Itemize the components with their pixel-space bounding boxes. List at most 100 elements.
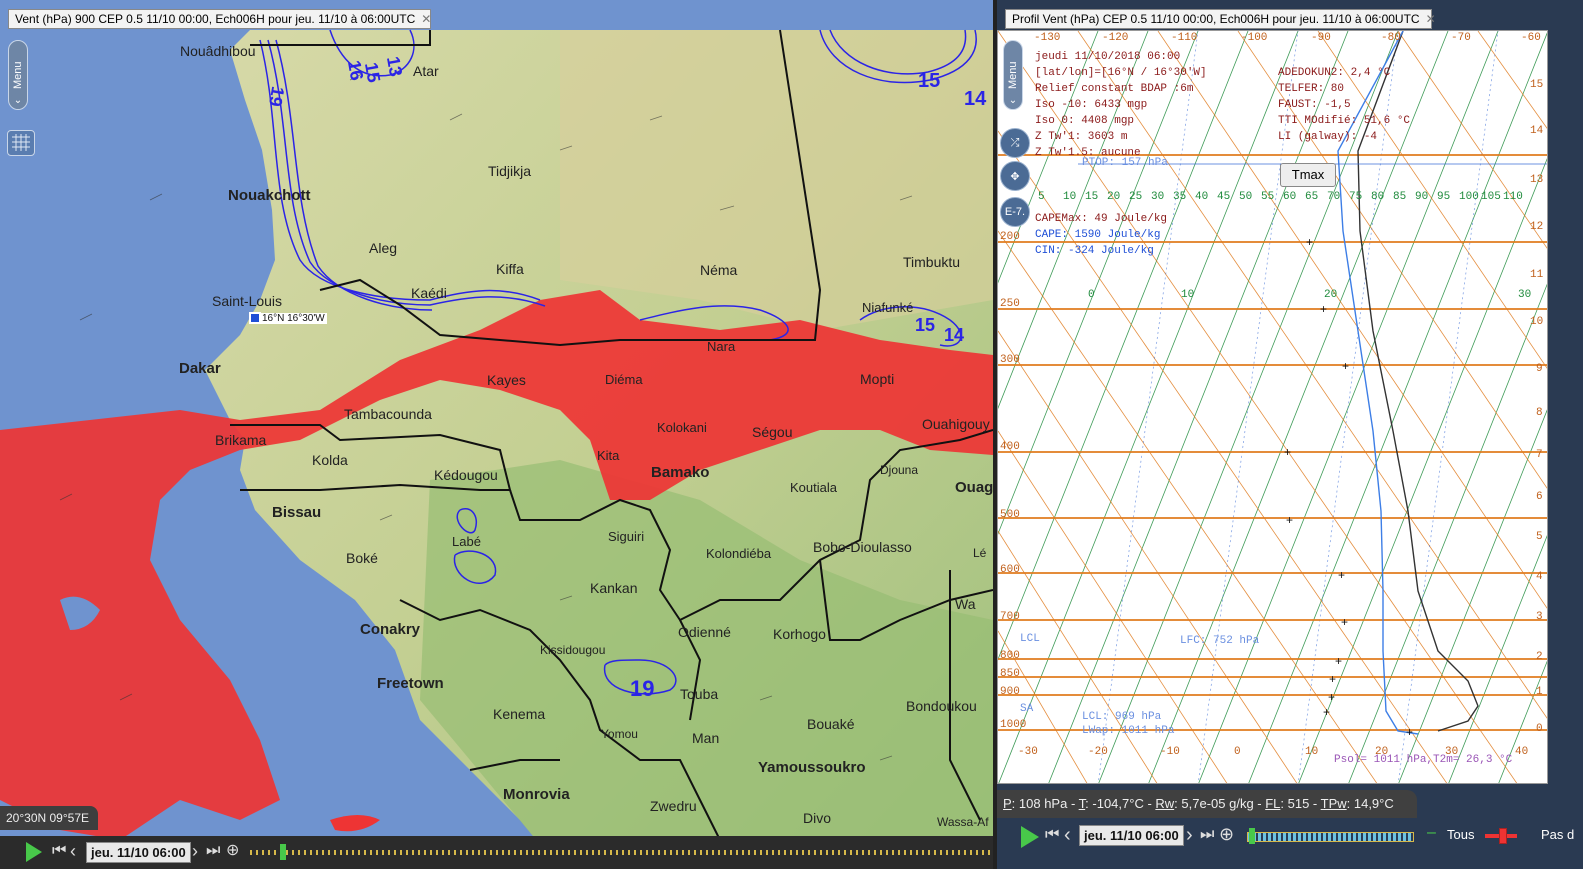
surface-pressure-label: Psol= 1011 hPa,T2m= 26,3 °C xyxy=(1334,754,1513,766)
city-label: Bamako xyxy=(651,464,710,481)
skewt-diagram[interactable]: + + + + + + + + + + + + -130 -120 -110 -100 -90 … xyxy=(997,30,1548,784)
chevron-down-icon[interactable]: ⌄ xyxy=(1005,93,1021,109)
tpw-label: TPw xyxy=(1320,796,1347,811)
contour-label: 19 xyxy=(630,676,655,701)
p-label: P xyxy=(1003,796,1012,811)
timeline-slider[interactable] xyxy=(250,850,990,855)
profile-date-display[interactable]: jeu. 11/10 06:00 xyxy=(1079,825,1184,846)
play-icon[interactable] xyxy=(1021,826,1039,848)
step-forward-icon[interactable]: › xyxy=(1186,824,1193,847)
map-tab[interactable]: Vent (hPa) 900 CEP 0.5 11/10 00:00, Ech0… xyxy=(8,9,431,29)
minus-icon[interactable]: – xyxy=(1427,824,1436,842)
svg-text:+: + xyxy=(1284,445,1291,459)
step-back-icon[interactable]: ‹ xyxy=(1064,824,1071,847)
skip-forward-icon[interactable]: ⏭ xyxy=(206,842,220,860)
skip-back-icon[interactable]: ⏮ xyxy=(52,842,66,860)
cape-max: CAPEMax: 49 Joule/kg xyxy=(1035,213,1168,225)
scale-label: 85 xyxy=(1393,191,1407,203)
lwap-label: LWap: 1011 hPa xyxy=(1082,725,1175,737)
altitude-label: 9 xyxy=(1536,363,1543,375)
svg-text:+: + xyxy=(1335,654,1342,668)
timeline-handle[interactable] xyxy=(280,844,286,860)
index-line: TELFER: 80 xyxy=(1278,83,1345,95)
map-canvas[interactable] xyxy=(0,0,993,869)
timeline-handle[interactable] xyxy=(1249,828,1255,844)
altitude-label: 8 xyxy=(1536,407,1543,419)
timeline-slider[interactable] xyxy=(1247,832,1414,842)
altitude-label: 6 xyxy=(1536,491,1543,503)
mixing-axis-label: 30 xyxy=(1518,289,1532,301)
zoom-icon[interactable]: ⊕ xyxy=(1219,824,1234,845)
city-label: Kenema xyxy=(493,706,546,722)
city-label: Ségou xyxy=(752,424,793,440)
pressure-label: 250 xyxy=(1000,298,1020,310)
range-handle[interactable] xyxy=(1499,828,1507,844)
mixing-axis-label: 0 xyxy=(1088,289,1095,301)
city-label: Siguiri xyxy=(608,529,645,544)
city-label: Yamoussoukro xyxy=(758,759,866,776)
city-label: Nouakchott xyxy=(228,187,311,204)
pressure-label: 1000 xyxy=(1000,719,1027,731)
city-label: Yomou xyxy=(601,727,638,741)
chevron-down-icon[interactable]: ⌄ xyxy=(10,93,26,109)
close-icon[interactable]: ✕ xyxy=(1426,12,1436,26)
city-label: Odienné xyxy=(678,624,731,640)
step-forward-icon[interactable]: › xyxy=(192,841,198,862)
p-value: : 108 hPa - xyxy=(1011,796,1079,811)
info-line: [lat/lon]=[16°N / 16°30'W] xyxy=(1035,67,1207,79)
city-label: Bissau xyxy=(272,504,322,521)
contour-label: 13 xyxy=(382,54,407,79)
top-axis-label: -120 xyxy=(1102,32,1129,44)
city-label: Mopti xyxy=(860,371,895,387)
skip-forward-icon[interactable]: ⏭ xyxy=(1200,826,1214,844)
shuffle-icon[interactable]: ⤮ xyxy=(1000,128,1030,158)
play-icon[interactable] xyxy=(26,842,42,862)
city-label: Kolokani xyxy=(657,420,707,435)
map-panel[interactable]: 16 15 13 19 15 14 15 14 19 Nouâdhibou At… xyxy=(0,0,993,869)
city-label: Kissidougou xyxy=(540,643,606,657)
cursor-readout: P: 108 hPa - T: -104,7°C - Rw: 5,7e-05 g… xyxy=(997,790,1417,818)
tmax-button[interactable]: Tmax xyxy=(1280,163,1336,187)
scale-label: 80 xyxy=(1371,191,1385,203)
pressure-label: 300 xyxy=(1000,354,1020,366)
scale-label: 30 xyxy=(1151,191,1165,203)
city-label: Timbuktu xyxy=(903,254,961,270)
city-label: Kita xyxy=(597,448,620,463)
e7-button[interactable]: E-7. xyxy=(1000,197,1030,227)
city-label: Bouaké xyxy=(807,716,855,732)
tous-label[interactable]: Tous xyxy=(1447,827,1474,842)
top-axis-label: -130 xyxy=(1034,32,1061,44)
skip-back-icon[interactable]: ⏮ xyxy=(1045,826,1059,844)
city-label: Lé xyxy=(973,546,987,560)
city-label: Atar xyxy=(413,63,439,79)
grid-layers-icon[interactable] xyxy=(7,130,35,156)
scale-label: 75 xyxy=(1349,191,1363,203)
top-axis-label: -70 xyxy=(1451,32,1471,44)
profile-panel[interactable]: Profil Vent (hPa) CEP 0.5 11/10 00:00, E… xyxy=(997,0,1583,869)
city-label: Kédougou xyxy=(434,467,498,483)
zoom-icon[interactable]: ⊕ xyxy=(226,840,239,860)
svg-text:+: + xyxy=(1341,615,1348,629)
city-label: Brikama xyxy=(215,432,267,448)
city-label: Koutiala xyxy=(790,480,837,495)
move-icon[interactable]: ✥ xyxy=(1000,161,1030,191)
svg-text:+: + xyxy=(1329,672,1336,686)
map-date-display[interactable]: jeu. 11/10 06:00 xyxy=(86,842,191,863)
top-axis-label: -90 xyxy=(1311,32,1331,44)
close-icon[interactable]: ✕ xyxy=(421,12,431,26)
city-label: Bondoukou xyxy=(906,698,977,714)
scale-label: 40 xyxy=(1195,191,1209,203)
city-label: Kayes xyxy=(487,372,526,388)
cursor-coordinates: 20°30N 09°57E xyxy=(0,806,98,830)
cape-value: CAPE: 1590 Joule/kg xyxy=(1035,229,1161,241)
profile-tab[interactable]: Profil Vent (hPa) CEP 0.5 11/10 00:00, E… xyxy=(1005,9,1436,29)
city-label: Bobo-Dioulasso xyxy=(813,539,912,555)
altitude-label: 11 xyxy=(1530,269,1544,281)
city-label: Tambacounda xyxy=(344,406,432,422)
city-label: Kolondiéba xyxy=(706,546,772,561)
step-back-icon[interactable]: ‹ xyxy=(70,841,76,862)
profile-time-navigation: ⏮ ‹ jeu. 11/10 06:00 › ⏭ ⊕ – Tous Pas d xyxy=(997,822,1583,869)
pressure-label: 600 xyxy=(1000,564,1020,576)
sa-label: SA xyxy=(1020,703,1034,715)
index-line: TTI MOdifié: 51,6 °C xyxy=(1278,115,1411,127)
